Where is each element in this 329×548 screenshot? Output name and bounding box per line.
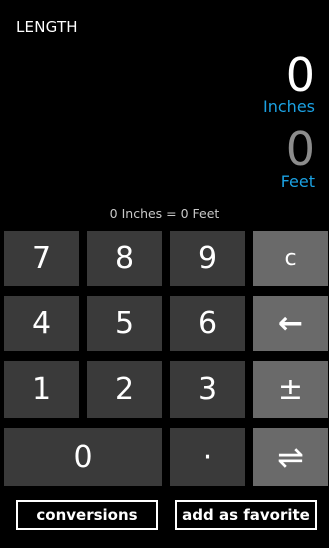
key-1-label: 1 (31, 372, 52, 407)
add-favorite-button[interactable]: add as favorite (175, 500, 317, 530)
key-4-label: 4 (31, 306, 52, 341)
conversion-summary: 0 Inches = 0 Feet (109, 206, 220, 221)
key-6[interactable]: 6 (170, 296, 245, 351)
page-title: LENGTH (16, 18, 78, 36)
key-8[interactable]: 8 (87, 231, 162, 286)
key-6-label: 6 (197, 306, 218, 341)
key-4[interactable]: 4 (4, 296, 79, 351)
key-5-label: 5 (114, 306, 135, 341)
plus-minus-button[interactable]: ± (253, 361, 328, 418)
conversions-label: conversions (36, 506, 138, 524)
key-0[interactable]: 0 (4, 428, 162, 486)
decimal-point-label: · (202, 439, 213, 475)
clear-button[interactable]: c (253, 231, 328, 286)
backspace-icon: ← (277, 306, 304, 341)
key-7-label: 7 (31, 241, 52, 276)
decimal-button[interactable]: · (170, 428, 245, 486)
add-favorite-label: add as favorite (182, 506, 310, 524)
conversions-button[interactable]: conversions (16, 500, 158, 530)
backspace-button[interactable]: ← (253, 296, 328, 351)
secondary-unit-label[interactable]: Feet (281, 172, 315, 191)
clear-label: c (284, 246, 297, 271)
key-2-label: 2 (114, 372, 135, 407)
key-9-label: 9 (197, 241, 218, 276)
secondary-value: 0 (285, 122, 315, 176)
key-0-label: 0 (73, 439, 93, 475)
key-3-label: 3 (197, 372, 218, 407)
key-3[interactable]: 3 (170, 361, 245, 418)
primary-value: 0 (285, 48, 315, 102)
plus-minus-icon: ± (277, 372, 304, 407)
key-8-label: 8 (114, 241, 135, 276)
converter-screen: LENGTH 0 Inches 0 Feet 0 Inches = 0 Feet… (0, 0, 329, 548)
key-1[interactable]: 1 (4, 361, 79, 418)
swap-icon: ⇌ (277, 438, 304, 476)
key-2[interactable]: 2 (87, 361, 162, 418)
primary-unit-label[interactable]: Inches (263, 97, 315, 116)
key-5[interactable]: 5 (87, 296, 162, 351)
key-9[interactable]: 9 (170, 231, 245, 286)
key-7[interactable]: 7 (4, 231, 79, 286)
swap-units-button[interactable]: ⇌ (253, 428, 328, 486)
